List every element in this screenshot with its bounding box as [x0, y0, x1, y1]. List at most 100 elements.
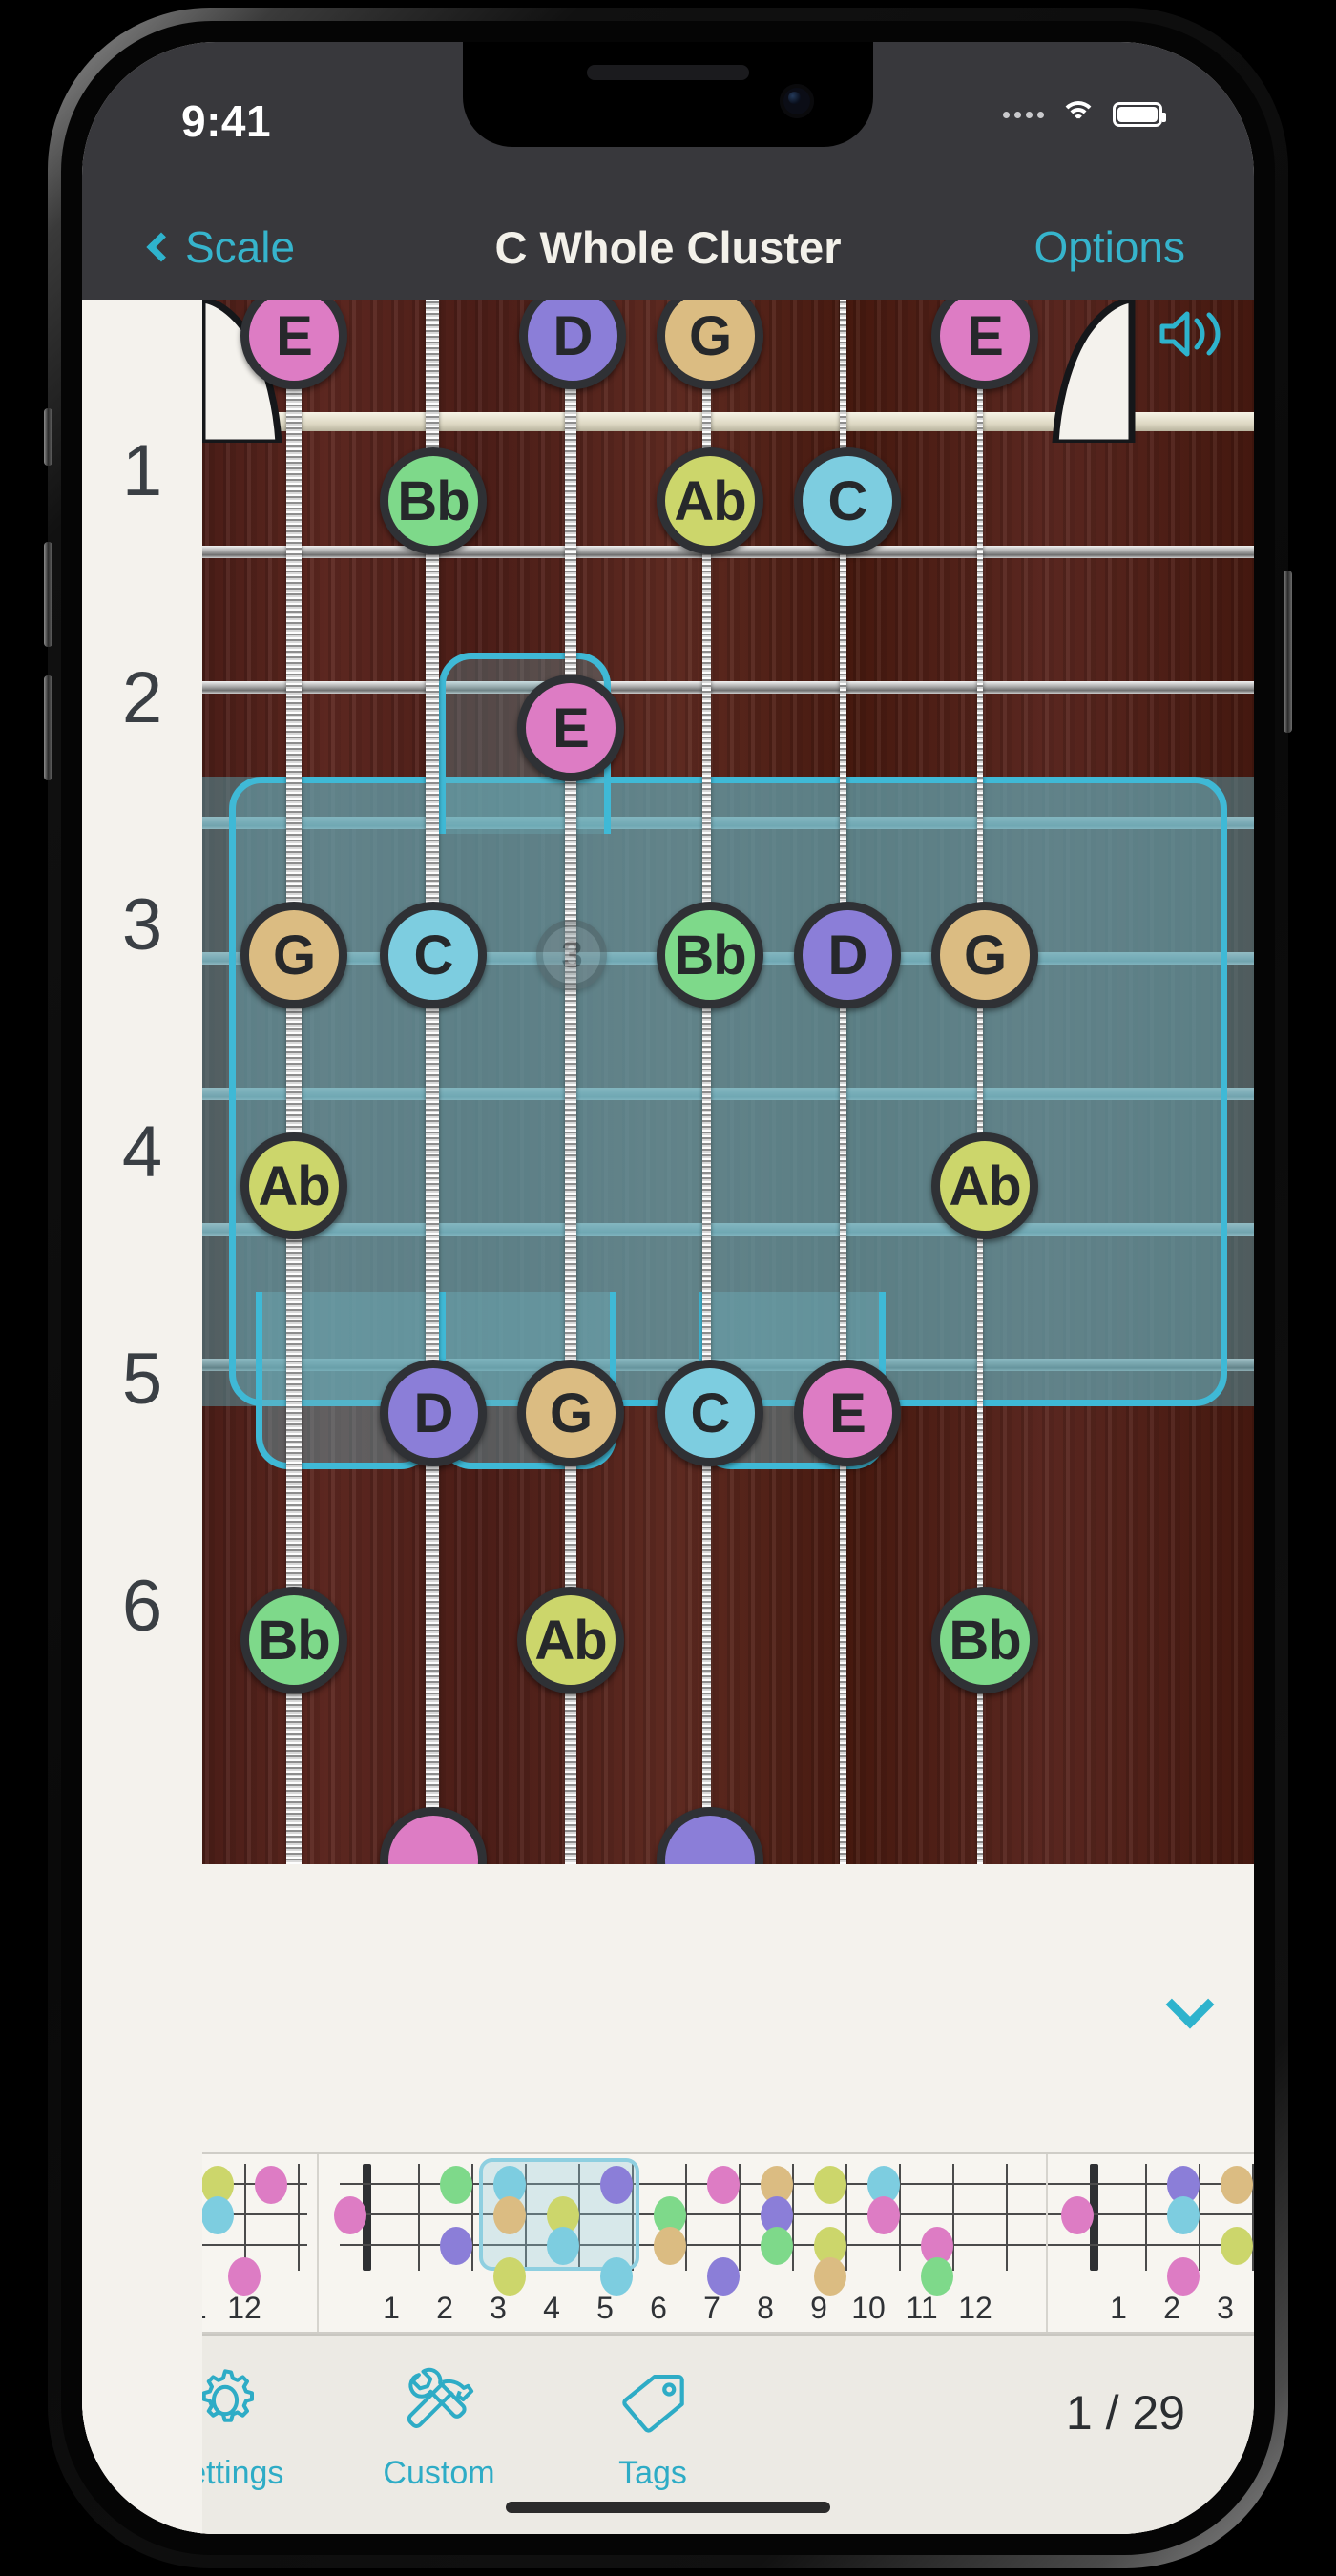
phone-device: 9:41 Scale C Whole Cluster Options 1 2 3… [44, 8, 1292, 2568]
note-label: G [549, 1381, 593, 1444]
note-fret5-string5[interactable]: E [794, 1360, 901, 1466]
mini-note [1061, 2196, 1094, 2234]
status-time: 9:41 [181, 96, 272, 146]
fret-number-2: 2 [121, 657, 163, 738]
tag-icon [622, 2374, 684, 2433]
note-label: Ab [534, 1609, 607, 1672]
mini-fret-label: 2 [436, 2291, 453, 2325]
wifi-icon [1060, 101, 1096, 128]
tags-button[interactable]: Tags [557, 2357, 748, 2492]
signal-dots-icon [1003, 111, 1044, 118]
back-button[interactable]: Scale [146, 221, 296, 273]
note-label: Ab [949, 1154, 1021, 1217]
note-fret3-string4[interactable]: Bb [657, 902, 763, 1008]
note-fret2-string3[interactable]: E [517, 675, 624, 781]
mini-note [493, 2257, 526, 2296]
mini-fret-label: 3 [1217, 2291, 1234, 2325]
speaker-wave-icon[interactable] [1157, 305, 1233, 363]
note-fret1-string5[interactable]: C [794, 447, 901, 554]
mini-fret-label: 1 [1110, 2291, 1127, 2325]
note-fret3-string1[interactable]: G [240, 902, 347, 1008]
page-title: C Whole Cluster [494, 221, 842, 273]
mini-note [761, 2227, 793, 2265]
mini-note [1167, 2196, 1200, 2234]
note-label: Ab [258, 1154, 330, 1217]
mini-note [228, 2257, 261, 2296]
options-button[interactable]: Options [1033, 221, 1185, 273]
mini-note [600, 2166, 633, 2204]
custom-label: Custom [383, 2455, 495, 2491]
fret-line-2 [202, 681, 1254, 694]
volume-up-button[interactable] [44, 542, 52, 647]
mini-note [1221, 2227, 1253, 2265]
note-fret3-string5[interactable]: D [794, 902, 901, 1008]
mini-fret-label: 9 [810, 2291, 827, 2325]
note-fret4-string6[interactable]: Ab [931, 1132, 1038, 1239]
fret-number-gutter: 1 2 3 4 5 6 [82, 300, 202, 2534]
mini-note [1221, 2166, 1253, 2204]
mini-board-current[interactable]: 1 2 3 4 5 6 7 8 9 10 11 12 [334, 2158, 1094, 2326]
note-fret3-string3-ghost[interactable]: 3 [536, 920, 607, 990]
mute-switch[interactable] [44, 408, 52, 466]
mini-fret-label: 10 [851, 2291, 886, 2325]
home-indicator[interactable] [506, 2502, 830, 2513]
note-label: Bb [949, 1609, 1021, 1672]
note-label: C [827, 469, 868, 532]
note-label: E [967, 304, 1004, 367]
mini-fret-label: 12 [227, 2291, 261, 2325]
mini-fret-label: 12 [958, 2291, 992, 2325]
mini-fret-label: 2 [1163, 2291, 1180, 2325]
note-fret3-string2[interactable]: C [380, 902, 487, 1008]
back-button-label: Scale [185, 222, 296, 272]
note-fret5-string2[interactable]: D [380, 1360, 487, 1466]
custom-button[interactable]: Custom [344, 2357, 534, 2492]
note-label: D [827, 924, 868, 987]
mini-fret [952, 2164, 954, 2271]
note-fret6-string3[interactable]: Ab [517, 1587, 624, 1693]
fret-number-4: 4 [121, 1111, 163, 1193]
fingerboard[interactable]: E D G E Bb Ab C E G C 3 Bb D G Ab Ab D G… [202, 300, 1254, 1864]
tags-label: Tags [618, 2455, 687, 2491]
note-label: E [829, 1381, 866, 1444]
mini-fret-label: 3 [490, 2291, 507, 2325]
mini-note [600, 2257, 633, 2296]
mini-string [340, 2213, 1094, 2215]
mini-board-separator [1046, 2154, 1048, 2332]
volume-down-button[interactable] [44, 675, 52, 780]
power-button[interactable] [1284, 571, 1292, 733]
note-label: D [413, 1381, 454, 1444]
mini-fretboard-strip[interactable]: 9 10 11 12 [82, 2152, 1254, 2334]
collapse-board-button[interactable] [1134, 1971, 1246, 2049]
note-label: G [688, 304, 732, 367]
note-label: Ab [674, 469, 746, 532]
mini-fret [1006, 2164, 1008, 2271]
mini-fret [298, 2164, 300, 2271]
note-label: Bb [258, 1609, 330, 1672]
mini-note [814, 2166, 846, 2204]
mini-note [201, 2196, 234, 2234]
note-fret1-string2[interactable]: Bb [380, 447, 487, 554]
note-label: C [690, 1381, 731, 1444]
mini-note [547, 2227, 579, 2265]
chevron-left-icon [146, 232, 177, 262]
battery-full-icon [1113, 102, 1166, 127]
note-fret5-string3[interactable]: G [517, 1360, 624, 1466]
mini-fret-label: 4 [543, 2291, 560, 2325]
note-fret5-string4[interactable]: C [657, 1360, 763, 1466]
note-label: Bb [674, 924, 746, 987]
mini-fret-label: 6 [650, 2291, 667, 2325]
note-label: 3 [561, 933, 582, 976]
mini-note [255, 2166, 287, 2204]
mini-note [867, 2196, 900, 2234]
mini-string [1067, 2213, 1254, 2215]
note-fret3-string6[interactable]: G [931, 902, 1038, 1008]
note-fret6-string6[interactable]: Bb [931, 1587, 1038, 1693]
note-fret4-string1[interactable]: Ab [240, 1132, 347, 1239]
note-fret1-string4[interactable]: Ab [657, 447, 763, 554]
fret-number-6: 6 [121, 1566, 163, 1647]
note-fret6-string1[interactable]: Bb [240, 1587, 347, 1693]
mini-board-right[interactable]: 1 2 3 [1061, 2164, 1254, 2326]
mini-note [654, 2227, 686, 2265]
note-label: E [276, 304, 313, 367]
note-label: E [553, 696, 590, 759]
